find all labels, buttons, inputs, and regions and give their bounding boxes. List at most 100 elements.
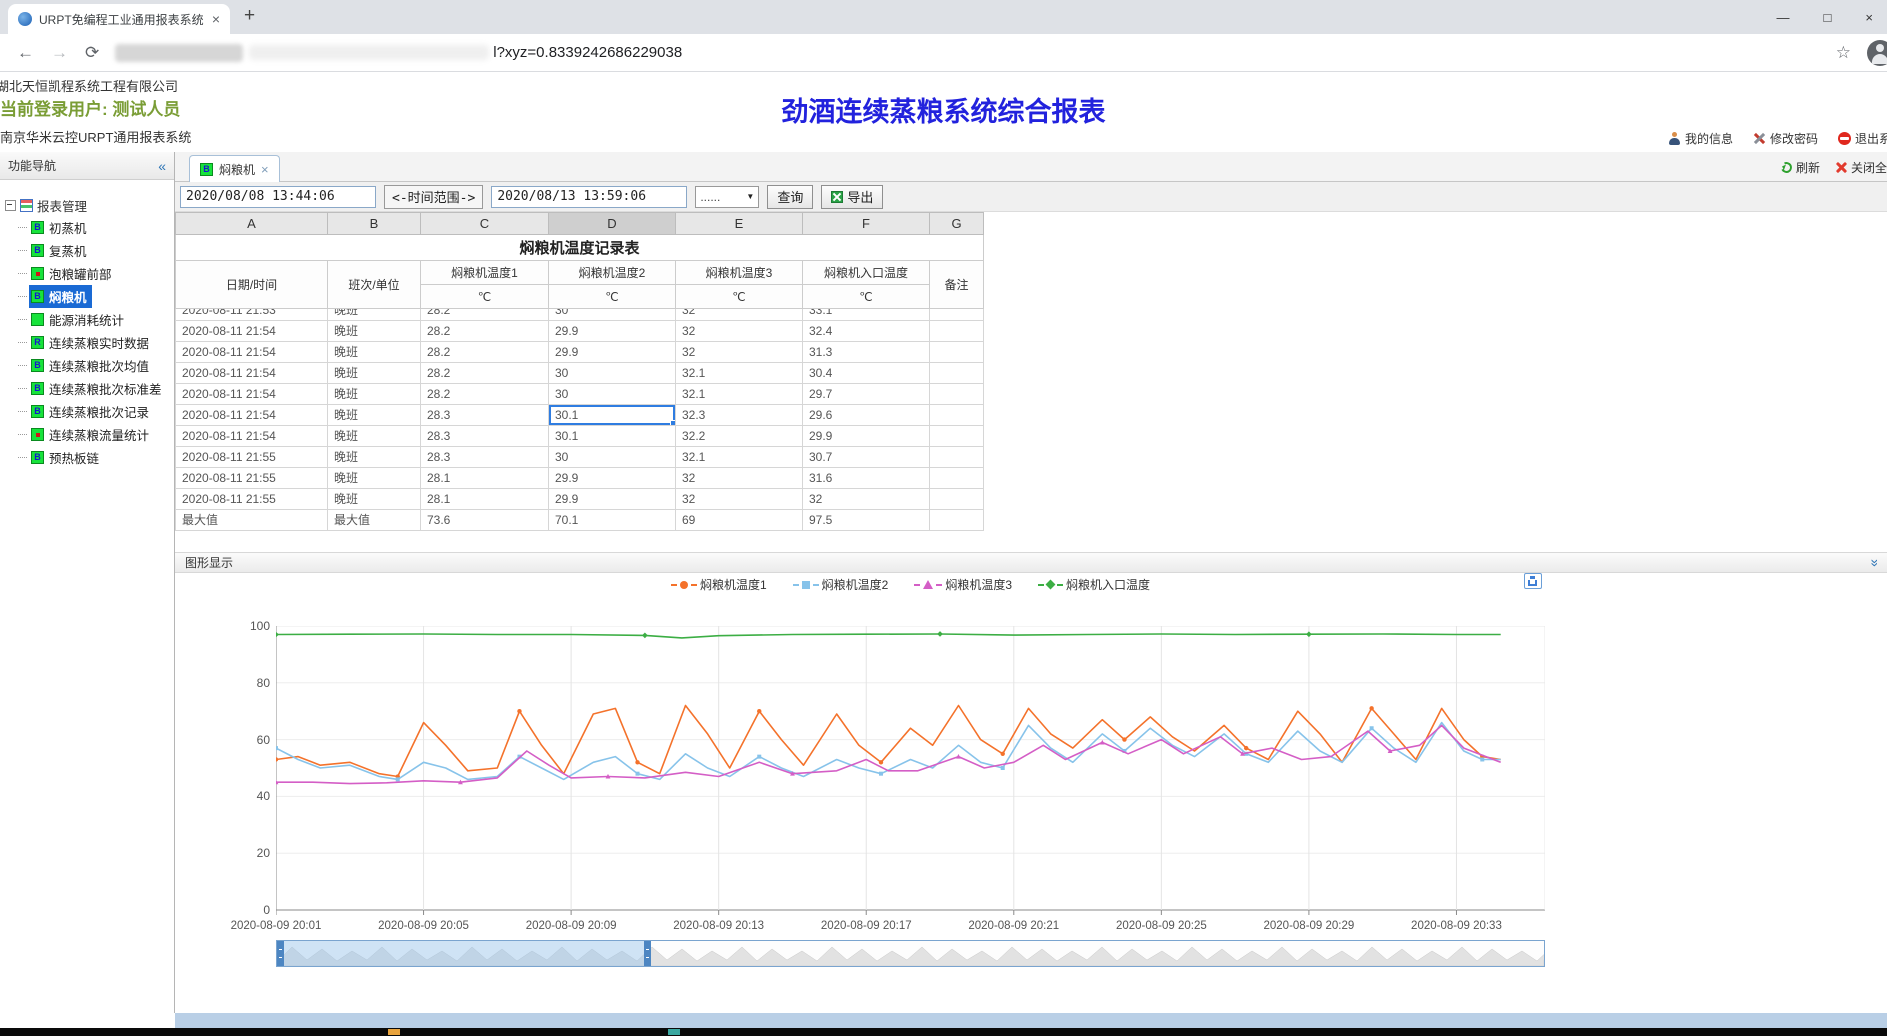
table-cell[interactable]: 29.9 [549, 468, 676, 489]
time-range-button[interactable]: <-时间范围-> [384, 185, 483, 209]
table-cell[interactable] [930, 384, 984, 405]
table-cell[interactable]: 2020-08-11 21:54 [176, 426, 328, 447]
datazoom-right-handle[interactable] [644, 941, 651, 966]
column-letter[interactable]: B [328, 213, 421, 235]
query-button[interactable]: 查询 [767, 185, 813, 209]
table-cell[interactable]: 31.3 [803, 342, 930, 363]
table-cell[interactable] [930, 405, 984, 426]
column-letter[interactable]: D [549, 213, 676, 235]
table-cell[interactable]: 28.2 [421, 342, 549, 363]
table-cell[interactable]: 晚班 [328, 447, 421, 468]
table-cell[interactable]: 32 [803, 489, 930, 510]
table-cell[interactable]: 29.9 [549, 321, 676, 342]
table-cell[interactable]: 28.2 [421, 363, 549, 384]
sidebar-item[interactable]: B连续蒸粮批次记录 [0, 400, 174, 423]
table-cell[interactable] [930, 321, 984, 342]
table-cell[interactable]: 29.9 [549, 342, 676, 363]
table-cell[interactable]: 晚班 [328, 342, 421, 363]
table-cell[interactable]: 32 [676, 489, 803, 510]
table-cell[interactable]: 2020-08-11 21:55 [176, 468, 328, 489]
start-time-input[interactable] [180, 186, 376, 208]
sidebar-item[interactable]: 能源消耗统计 [0, 308, 174, 331]
table-cell[interactable]: 晚班 [328, 384, 421, 405]
export-button[interactable]: 导出 [821, 185, 883, 209]
tab-close-icon[interactable]: × [212, 11, 220, 27]
table-cell[interactable]: 2020-08-11 21:54 [176, 363, 328, 384]
forward-icon[interactable]: → [51, 43, 68, 63]
table-cell[interactable]: 32 [676, 342, 803, 363]
table-cell[interactable]: 30.1 [549, 426, 676, 447]
table-cell[interactable]: 32.1 [676, 447, 803, 468]
interval-dropdown[interactable]: ...... ▼ [695, 186, 759, 208]
sidebar-item[interactable]: 泡粮罐前部 [0, 262, 174, 285]
legend-item[interactable]: 焖粮机入口温度 [1038, 576, 1150, 593]
bookmark-star-icon[interactable]: ☆ [1836, 43, 1851, 63]
table-cell[interactable]: 32.4 [803, 321, 930, 342]
table-cell[interactable]: 28.3 [421, 426, 549, 447]
datazoom-left-handle[interactable] [277, 941, 284, 966]
table-cell[interactable]: 28.3 [421, 447, 549, 468]
sidebar-item[interactable]: B初蒸机 [0, 216, 174, 239]
sidebar-item[interactable]: B预热板链 [0, 446, 174, 469]
close-window-icon[interactable]: × [1865, 10, 1873, 25]
table-cell[interactable]: 28.1 [421, 489, 549, 510]
table-cell[interactable]: 97.5 [803, 510, 930, 531]
table-cell[interactable]: 28.2 [421, 321, 549, 342]
table-cell[interactable]: 29.6 [803, 405, 930, 426]
action-tools[interactable]: 修改密码 [1753, 130, 1818, 147]
table-cell[interactable]: 70.1 [549, 510, 676, 531]
legend-item[interactable]: 焖粮机温度3 [914, 576, 1012, 593]
table-cell[interactable]: 30 [549, 384, 676, 405]
sidebar-item[interactable]: B连续蒸粮批次标准差 [0, 377, 174, 400]
column-letter[interactable]: C [421, 213, 549, 235]
table-cell[interactable] [930, 309, 984, 321]
table-cell[interactable]: 晚班 [328, 426, 421, 447]
table-cell[interactable]: 30 [549, 363, 676, 384]
table-cell[interactable]: 30 [549, 447, 676, 468]
table-cell[interactable] [930, 447, 984, 468]
table-cell[interactable]: 30.4 [803, 363, 930, 384]
table-cell[interactable] [930, 489, 984, 510]
maximize-icon[interactable]: □ [1824, 10, 1832, 25]
table-cell[interactable]: 最大值 [328, 510, 421, 531]
datazoom-selected-range[interactable] [277, 941, 651, 966]
table-cell[interactable]: 28.2 [421, 309, 549, 321]
back-icon[interactable]: ← [17, 43, 34, 63]
table-cell[interactable] [930, 426, 984, 447]
table-cell[interactable]: 晚班 [328, 309, 421, 321]
browser-tab[interactable]: URPT免编程工业通用报表系统 × [8, 4, 230, 34]
refresh-button[interactable]: 刷新 [1781, 159, 1820, 176]
table-cell[interactable] [930, 468, 984, 489]
end-time-input[interactable] [491, 186, 687, 208]
table-cell[interactable]: 32.3 [676, 405, 803, 426]
table-cell[interactable]: 32 [676, 309, 803, 321]
table-cell[interactable]: 2020-08-11 21:54 [176, 405, 328, 426]
table-cell[interactable]: 32.1 [676, 384, 803, 405]
column-letter[interactable]: G [930, 213, 984, 235]
datazoom-slider[interactable] [276, 940, 1545, 967]
sidebar-item[interactable]: R连续蒸粮实时数据 [0, 331, 174, 354]
tab-menliangji[interactable]: B 焖粮机 × [189, 155, 280, 182]
table-cell[interactable]: 73.6 [421, 510, 549, 531]
table-cell[interactable]: 29.9 [803, 426, 930, 447]
table-cell[interactable] [930, 510, 984, 531]
sidebar-item[interactable]: B复蒸机 [0, 239, 174, 262]
browser-profile-avatar[interactable] [1867, 40, 1887, 66]
doc-tab-close-icon[interactable]: × [261, 162, 269, 177]
table-cell[interactable] [930, 363, 984, 384]
table-cell[interactable]: 最大值 [176, 510, 328, 531]
column-letter[interactable]: E [676, 213, 803, 235]
table-cell[interactable]: 2020-08-11 21:55 [176, 447, 328, 468]
table-cell[interactable]: 晚班 [328, 468, 421, 489]
column-letter[interactable]: A [176, 213, 328, 235]
table-cell[interactable]: 69 [676, 510, 803, 531]
reload-icon[interactable]: ⟳ [85, 43, 99, 63]
table-cell[interactable]: 33.1 [803, 309, 930, 321]
sidebar-root-node[interactable]: 报表管理 [0, 194, 174, 216]
table-cell[interactable]: 31.6 [803, 468, 930, 489]
table-cell[interactable]: 晚班 [328, 489, 421, 510]
sidebar-item[interactable]: B焖粮机 [0, 285, 174, 308]
table-cell[interactable]: 29.7 [803, 384, 930, 405]
collapse-sidebar-icon[interactable]: « [158, 158, 166, 174]
table-cell[interactable]: 28.2 [421, 384, 549, 405]
